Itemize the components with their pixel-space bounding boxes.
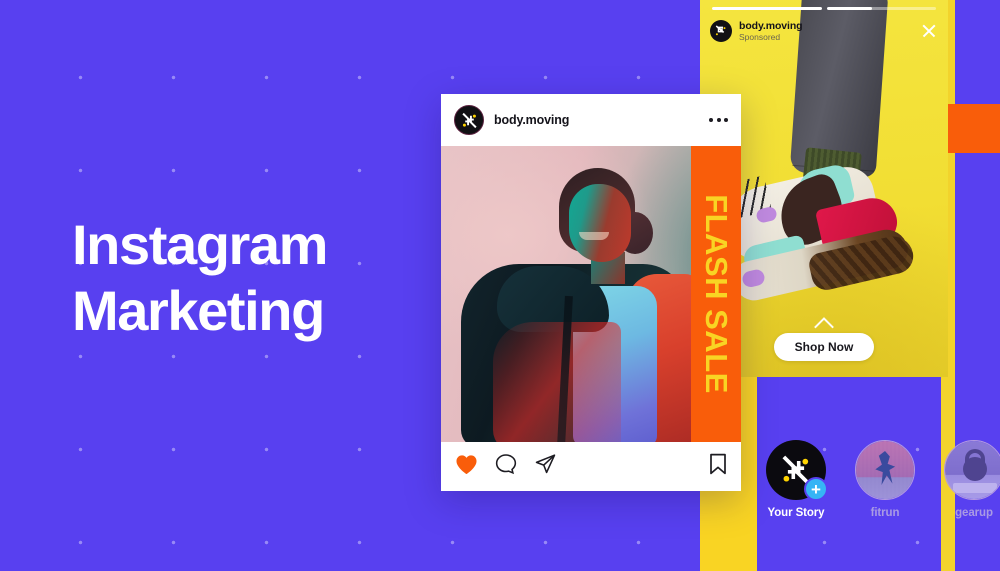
- share-paper-plane-icon[interactable]: [534, 453, 557, 480]
- kettlebell-thumbnail-icon: [945, 441, 1000, 499]
- hero-line-2: Marketing: [72, 279, 325, 343]
- post-username: body.moving: [494, 113, 570, 127]
- story-item-fitrun[interactable]: fitrun: [849, 440, 921, 519]
- story-item-label: Your Story: [767, 507, 825, 519]
- story-ad-header: body.moving Sponsored: [710, 16, 938, 46]
- bookmark-icon[interactable]: [709, 453, 727, 480]
- runner-thumbnail-icon: [856, 441, 914, 499]
- story-item-gearup[interactable]: gearup: [938, 440, 1000, 519]
- hero-line-1: Instagram: [72, 213, 328, 276]
- page-title: Instagram Marketing: [72, 212, 432, 344]
- avatar[interactable]: [454, 105, 484, 135]
- poster-canvas: Instagram Marketing body.moving Sponsore…: [0, 0, 1000, 571]
- add-story-badge[interactable]: +: [804, 477, 828, 501]
- sneaker-product-image: [710, 140, 930, 309]
- post-header: body.moving: [441, 94, 741, 146]
- avatar[interactable]: [710, 20, 732, 42]
- stories-tray: + Your Story fitrun gearup: [760, 440, 1000, 519]
- story-username: body.moving: [739, 19, 803, 32]
- story-item-label: gearup: [955, 507, 993, 519]
- avatar[interactable]: [855, 440, 915, 500]
- story-progress-segment: [712, 7, 822, 10]
- more-options-icon[interactable]: [709, 118, 728, 122]
- avatar[interactable]: +: [766, 440, 828, 501]
- post-action-bar: [441, 442, 741, 491]
- model-face: [569, 184, 631, 262]
- comment-icon[interactable]: [495, 453, 517, 480]
- brand-arrow-logo-icon: [455, 106, 483, 134]
- post-photo[interactable]: FLASH SALE: [441, 146, 741, 442]
- instagram-post-card: body.moving FLASH SALE: [441, 94, 741, 491]
- flash-sale-banner: FLASH SALE: [691, 146, 741, 442]
- avatar[interactable]: [944, 440, 1000, 500]
- shop-now-button[interactable]: Shop Now: [773, 333, 875, 361]
- red-neon-light: [493, 322, 621, 442]
- brand-arrow-logo-icon: [710, 20, 732, 42]
- chevron-up-icon[interactable]: [813, 318, 835, 327]
- story-item-your-story[interactable]: + Your Story: [760, 440, 832, 519]
- flash-sale-text: FLASH SALE: [699, 194, 734, 394]
- close-icon[interactable]: [920, 22, 938, 40]
- story-progress-bars: [712, 7, 936, 10]
- heart-icon[interactable]: [455, 454, 478, 480]
- model-smile: [579, 232, 609, 240]
- story-item-label: fitrun: [870, 507, 900, 519]
- story-progress-segment: [826, 7, 936, 10]
- sponsored-label: Sponsored: [739, 31, 781, 42]
- orange-accent-rectangle: [947, 104, 1000, 153]
- story-ad-meta: body.moving Sponsored: [739, 19, 803, 42]
